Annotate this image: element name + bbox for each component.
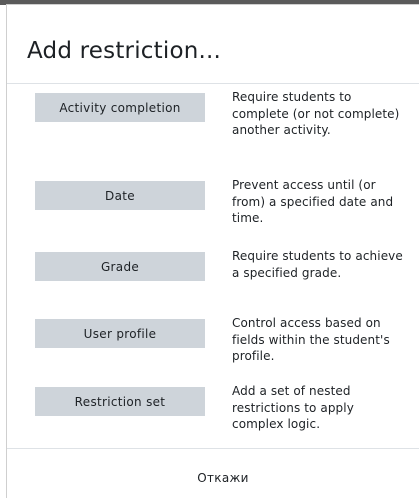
grade-description: Require students to achieve a specified … <box>232 249 403 280</box>
dialog-header: Add restriction... <box>7 5 419 84</box>
restriction-set-description: Add a set of nested restrictions to appl… <box>232 384 354 431</box>
dialog-footer: Откажи <box>7 448 419 499</box>
user-profile-button[interactable]: User profile <box>35 319 205 348</box>
dialog-title: Add restriction... <box>27 38 222 64</box>
grade-button[interactable]: Grade <box>35 252 205 281</box>
cancel-button[interactable]: Откажи <box>188 467 258 489</box>
add-restriction-dialog: Add restriction... Activity completion R… <box>6 4 419 498</box>
activity-completion-button[interactable]: Activity completion <box>35 93 205 122</box>
restriction-set-button[interactable]: Restriction set <box>35 387 205 416</box>
activity-completion-description: Require students to complete (or not com… <box>232 90 400 137</box>
date-button[interactable]: Date <box>35 181 205 210</box>
user-profile-description: Control access based on fields within th… <box>232 316 390 363</box>
date-description: Prevent access until (or from) a specifi… <box>232 178 394 225</box>
